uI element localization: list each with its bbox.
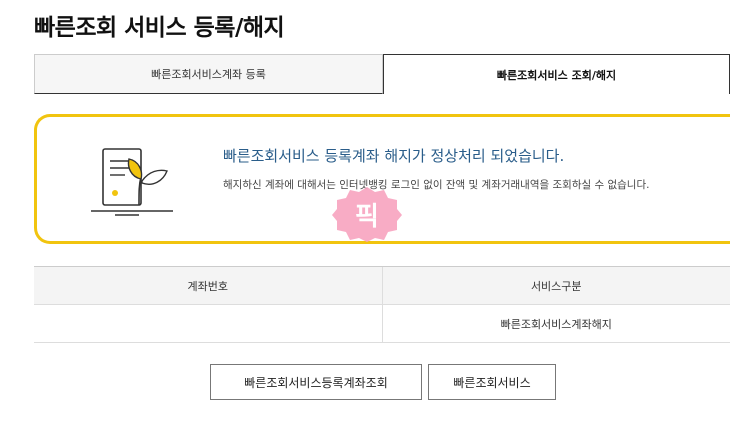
page-title: 빠른조회 서비스 등록/해지 [34,15,285,41]
header-service-type: 서비스구분 [381,267,730,304]
tab-bar: 빠른조회서비스계좌 등록 빠른조회서비스 조회/해지 [34,54,730,94]
document-sprout-icon [91,148,173,216]
table-row: 빠른조회서비스계좌해지 [34,305,730,343]
quick-inquiry-service-button[interactable]: 빠른조회서비스 [428,364,556,400]
stamp-text: 픽 [355,201,379,232]
registered-account-inquiry-button[interactable]: 빠른조회서비스등록계좌조회 [210,364,422,400]
header-account-number: 계좌번호 [187,279,228,293]
tab-inquiry-cancel[interactable]: 빠른조회서비스 조회/해지 [383,54,730,94]
stamp-badge: 픽 [331,185,403,243]
table-header-row: 계좌번호 서비스구분 [34,267,730,305]
result-table: 계좌번호 서비스구분 빠른조회서비스계좌해지 [34,266,730,343]
cell-account-number [34,305,382,342]
notice-headline: 빠른조회서비스 등록계좌 해지가 정상처리 되었습니다. [223,147,565,165]
cell-service-type: 빠른조회서비스계좌해지 [381,305,730,342]
notice-body: 해지하신 계좌에 대해서는 인터넷뱅킹 로그인 없이 잔액 및 계좌거래내역을 … [223,179,650,191]
tab-account-register[interactable]: 빠른조회서비스계좌 등록 [34,54,383,94]
